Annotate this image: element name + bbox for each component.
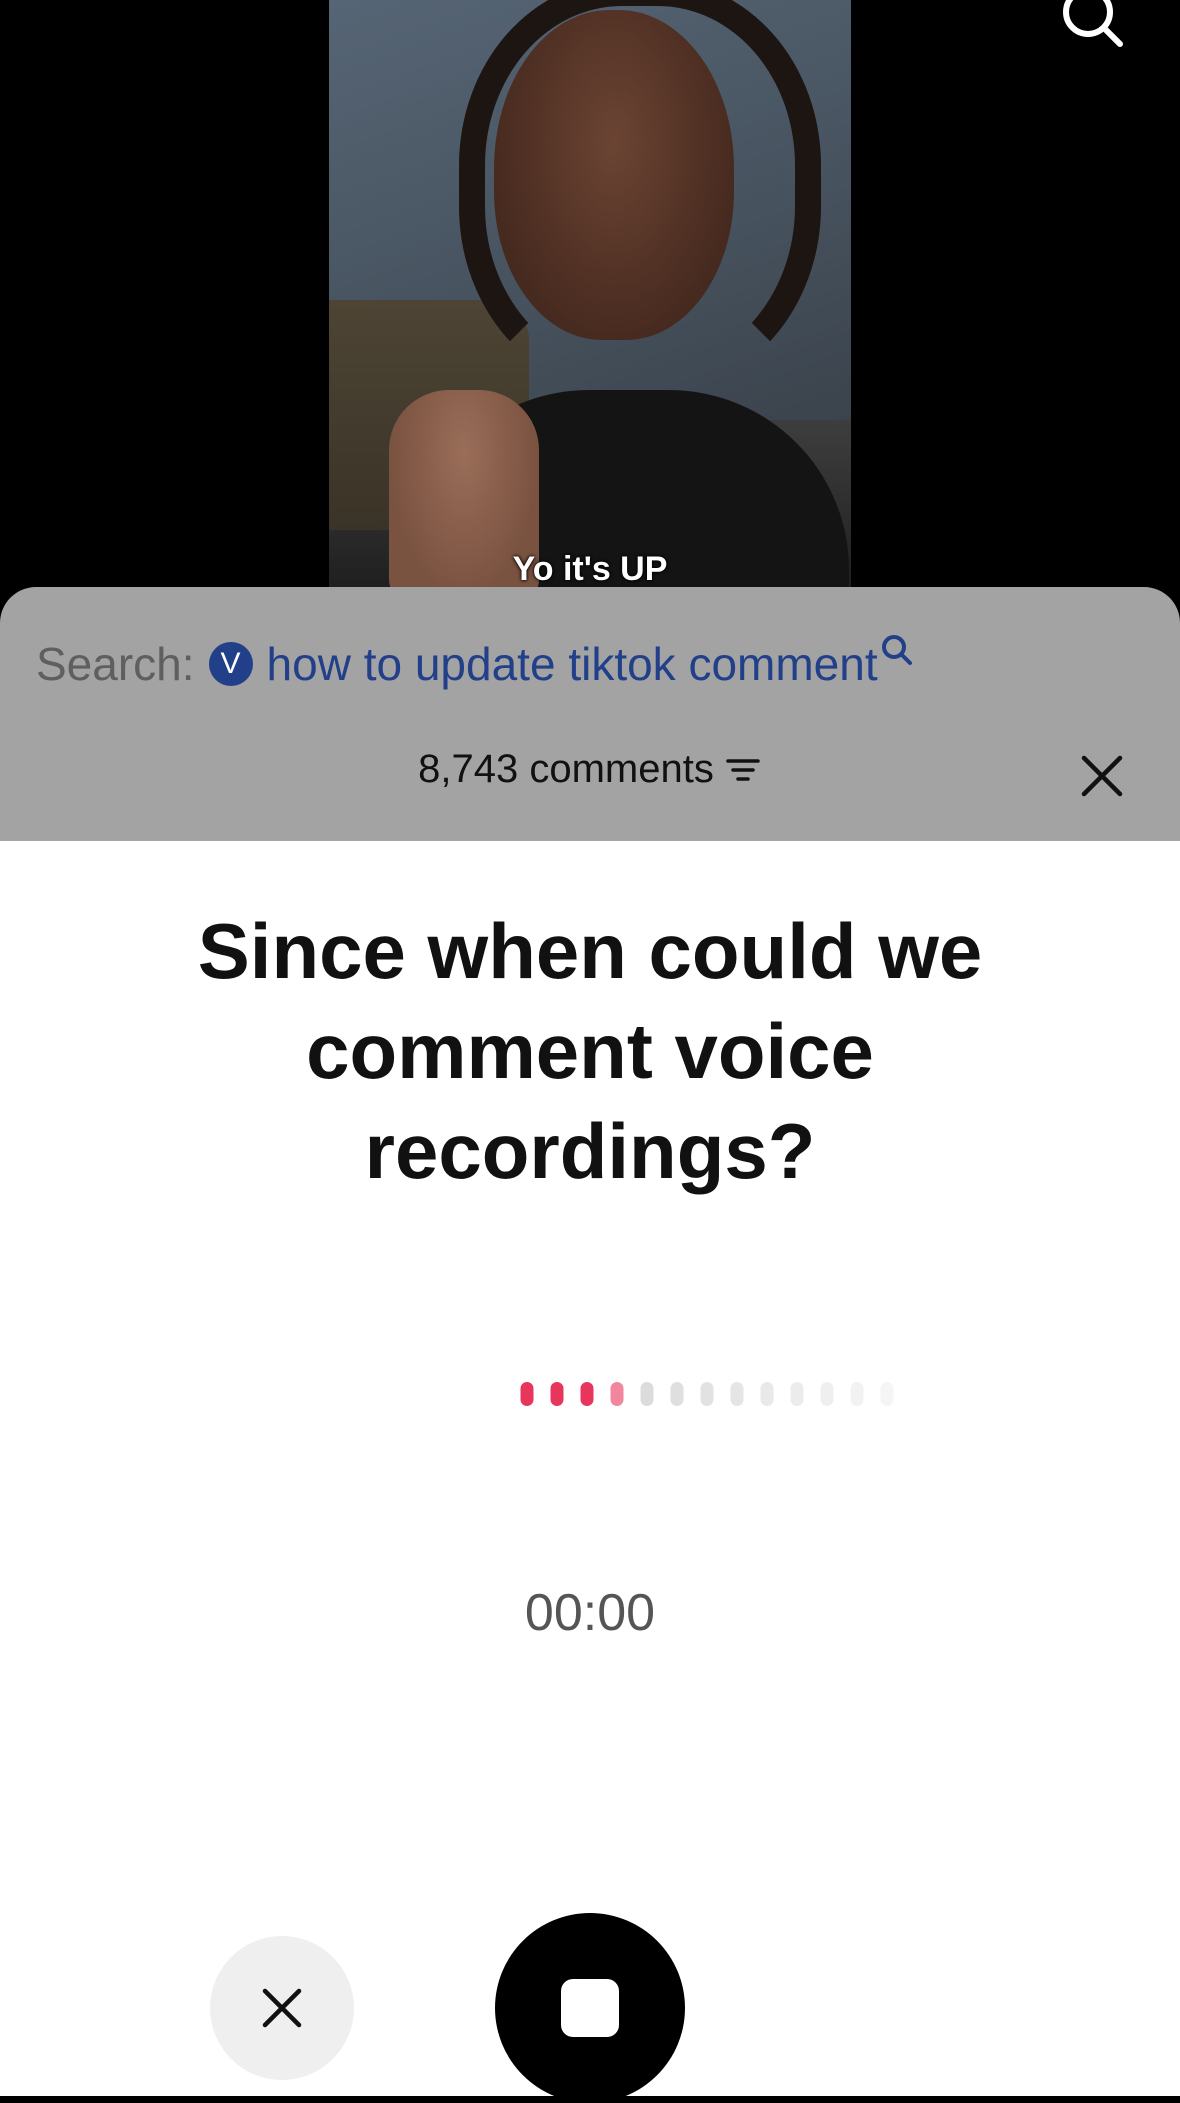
search-query-link[interactable]: how to update tiktok comment — [267, 637, 878, 691]
voice-recorder-sheet: Since when could we comment voice record… — [0, 841, 1180, 2103]
comments-count-header[interactable]: 8,743 comments — [0, 747, 1180, 792]
close-icon[interactable] — [1078, 752, 1126, 800]
recording-timer: 00:00 — [524, 1584, 656, 1642]
waveform-dot-active — [610, 1382, 624, 1406]
waveform-dot — [760, 1382, 774, 1406]
video-caption: Yo it's UP — [512, 550, 668, 588]
verified-badge-icon: V — [208, 642, 253, 686]
stop-recording-button[interactable] — [495, 1913, 685, 2103]
filter-icon[interactable] — [724, 755, 762, 785]
cancel-recording-button[interactable] — [210, 1936, 354, 2080]
waveform-dot — [730, 1382, 744, 1406]
waveform — [520, 1382, 894, 1406]
waveform-dot — [850, 1382, 864, 1406]
search-icon — [881, 635, 912, 665]
comments-panel: Search: V how to update tiktok comment 8… — [0, 587, 1180, 842]
waveform-dot — [880, 1382, 894, 1406]
waveform-dot — [640, 1382, 654, 1406]
waveform-dot-active — [520, 1382, 534, 1406]
waveform-dot-active — [580, 1382, 594, 1406]
search-icon[interactable] — [1058, 0, 1128, 52]
close-icon — [262, 1988, 302, 2028]
comments-count: 8,743 comments — [418, 747, 714, 791]
waveform-dot — [670, 1382, 684, 1406]
stop-icon — [561, 1979, 619, 2037]
search-prefix-label: Search: — [36, 638, 195, 690]
waveform-dot-active — [550, 1382, 564, 1406]
video-player[interactable]: Yo it's UP — [0, 0, 1180, 590]
waveform-dot — [700, 1382, 714, 1406]
comment-search-suggestion[interactable]: Search: V how to update tiktok comment — [36, 635, 914, 691]
video-person-face — [494, 10, 734, 340]
video-frame[interactable] — [329, 0, 851, 590]
waveform-dot — [790, 1382, 804, 1406]
waveform-dot — [820, 1382, 834, 1406]
